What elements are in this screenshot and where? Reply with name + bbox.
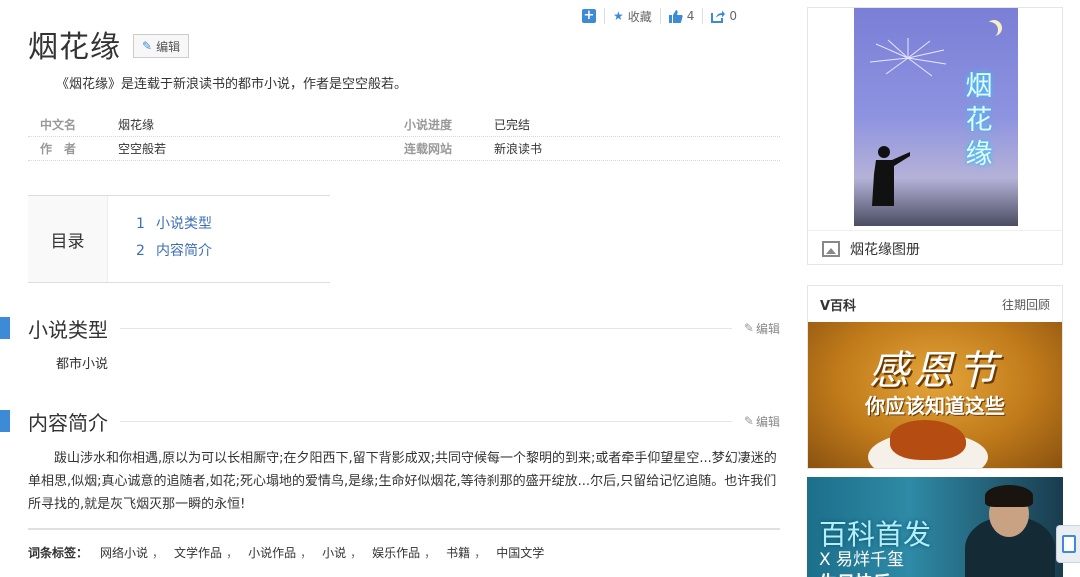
past-issues-link[interactable]: 往期回顾 <box>1002 296 1050 313</box>
info-key: 连载网站 <box>404 142 453 156</box>
turkey-shape <box>890 420 966 460</box>
baike-premiere-banner[interactable]: 百科首发 X 易烊千玺 生日快乐 <box>807 477 1063 577</box>
toc-number: 2 <box>136 243 145 259</box>
v-baike-title: V百科 <box>820 298 857 314</box>
tags-label: 词条标签： <box>28 546 89 560</box>
info-key: 作 者 <box>40 142 77 156</box>
article-toolbar: + ★ 收藏 4 0 <box>582 6 745 26</box>
section-title: 小说类型 <box>28 317 108 342</box>
toc-label: 目录 <box>28 196 108 282</box>
person-hair-shape <box>985 485 1033 507</box>
banner-subline: X 易烊千玺 <box>819 550 905 570</box>
v-baike-card: V百科 往期回顾 感恩节 你应该知道这些 <box>807 285 1063 469</box>
basic-info-table: 中文名 烟花缘 小说进度 已完结 作 者 空空般若 连载网站 新浪读书 <box>28 113 780 161</box>
section-divider <box>120 327 732 329</box>
edit-label: 编辑 <box>156 39 181 54</box>
tag-link[interactable]: 书籍 <box>446 544 470 561</box>
tag-link[interactable]: 中国文学 <box>496 544 544 561</box>
tag-separator: ， <box>474 546 487 560</box>
thanksgiving-banner[interactable]: 感恩节 你应该知道这些 <box>808 322 1062 468</box>
info-row: 作 者 空空般若 连载网站 新浪读书 <box>28 137 780 161</box>
document-icon <box>1062 535 1076 553</box>
banner-tagline: 生日快乐 <box>819 569 891 577</box>
section-header-novel-type: 小说类型 ✎ 编辑 <box>0 314 780 342</box>
lemma-summary: 《烟花缘》是连载于新浪读书的都市小说，作者是空空般若。 <box>56 77 408 92</box>
main-content: + ★ 收藏 4 0 烟花缘 ✎ 编辑 《烟花缘》是连载于新浪读书的都市小说，作… <box>0 0 790 577</box>
toc-list: 1 小说类型 2 内容简介 <box>108 196 212 282</box>
info-row: 中文名 烟花缘 小说进度 已完结 <box>28 113 780 137</box>
tag-separator: ， <box>226 546 239 560</box>
fireworks-shape <box>869 38 947 77</box>
tag-link[interactable]: 网络小说 <box>100 544 148 561</box>
toc-item-novel-type[interactable]: 1 小说类型 <box>136 213 212 240</box>
like-count: 4 <box>686 9 695 23</box>
thumbs-up-icon <box>668 9 683 23</box>
section-title: 内容简介 <box>28 410 108 435</box>
v-baike-header: V百科 往期回顾 <box>808 286 1062 322</box>
star-icon: ★ <box>613 9 624 23</box>
sidebar: 烟花缘 烟花缘图册 <box>807 7 1063 265</box>
cover-image[interactable]: 烟花缘 <box>854 8 1018 226</box>
page-title: 烟花缘 <box>28 30 121 65</box>
share-count: 0 <box>729 9 738 23</box>
tag-link[interactable]: 小说作品 <box>248 544 296 561</box>
edit-button[interactable]: ✎ 编辑 <box>133 34 190 58</box>
tag-link[interactable]: 娱乐作品 <box>372 544 420 561</box>
table-of-contents: 目录 1 小说类型 2 内容简介 <box>28 195 330 283</box>
album-card: 烟花缘 烟花缘图册 <box>807 7 1063 265</box>
like-button[interactable]: 4 <box>661 8 704 24</box>
toc-item-label: 内容简介 <box>156 243 212 259</box>
picture-icon <box>822 240 840 257</box>
lemma-tags: 词条标签： 网络小说 ， 文学作品 ， 小说作品 ， 小说 ， 娱乐作品 ， 书籍 ， 中国… <box>28 528 780 561</box>
favorite-button[interactable]: ★ 收藏 <box>605 8 661 24</box>
info-value: 新浪读书 <box>494 142 543 156</box>
pencil-icon: ✎ <box>743 321 754 335</box>
cover-title: 烟花缘 <box>965 71 993 170</box>
section-edit-label: 编辑 <box>755 321 780 336</box>
info-value: 已完结 <box>494 118 531 132</box>
tag-separator: ， <box>424 546 437 560</box>
floating-side-tab[interactable] <box>1056 525 1080 563</box>
album-label: 烟花缘图册 <box>850 241 920 258</box>
album-link[interactable]: 烟花缘图册 <box>808 230 1062 266</box>
toc-item-label: 小说类型 <box>156 216 212 232</box>
plus-icon: + <box>582 8 596 23</box>
moon-shape <box>982 22 998 38</box>
pencil-icon: ✎ <box>743 414 754 428</box>
tag-separator: ， <box>300 546 313 560</box>
section-marker <box>0 410 10 432</box>
tag-link[interactable]: 小说 <box>322 544 346 561</box>
silhouette-shape <box>872 146 910 206</box>
info-key: 中文名 <box>40 118 77 132</box>
share-button[interactable]: 0 <box>703 8 745 24</box>
section-body: 跋山涉水和你相遇,原以为可以长相厮守;在夕阳西下,留下背影成双;共同守候每一个黎… <box>28 451 777 512</box>
section-header-synopsis: 内容简介 ✎ 编辑 <box>0 407 780 435</box>
info-key: 小说进度 <box>404 118 453 132</box>
section-divider <box>120 420 732 422</box>
section-edit-button[interactable]: ✎ 编辑 <box>744 413 780 430</box>
section-marker <box>0 317 10 339</box>
toc-item-synopsis[interactable]: 2 内容简介 <box>136 240 212 267</box>
info-value: 烟花缘 <box>118 118 155 132</box>
tag-link[interactable]: 文学作品 <box>174 544 222 561</box>
pencil-icon: ✎ <box>142 39 153 53</box>
tag-separator: ， <box>152 546 165 560</box>
add-button[interactable]: + <box>582 8 605 24</box>
info-value: 空空般若 <box>118 142 167 156</box>
title-row: 烟花缘 ✎ 编辑 <box>28 22 190 66</box>
section-edit-button[interactable]: ✎ 编辑 <box>744 320 780 337</box>
banner-subline: 你应该知道这些 <box>865 394 1005 418</box>
tag-separator: ， <box>350 546 363 560</box>
share-icon <box>711 10 726 23</box>
section-edit-label: 编辑 <box>755 414 780 429</box>
toc-number: 1 <box>136 216 145 232</box>
banner-headline: 感恩节 <box>869 348 1001 394</box>
section-body: 都市小说 <box>56 357 109 372</box>
favorite-label: 收藏 <box>627 9 652 24</box>
